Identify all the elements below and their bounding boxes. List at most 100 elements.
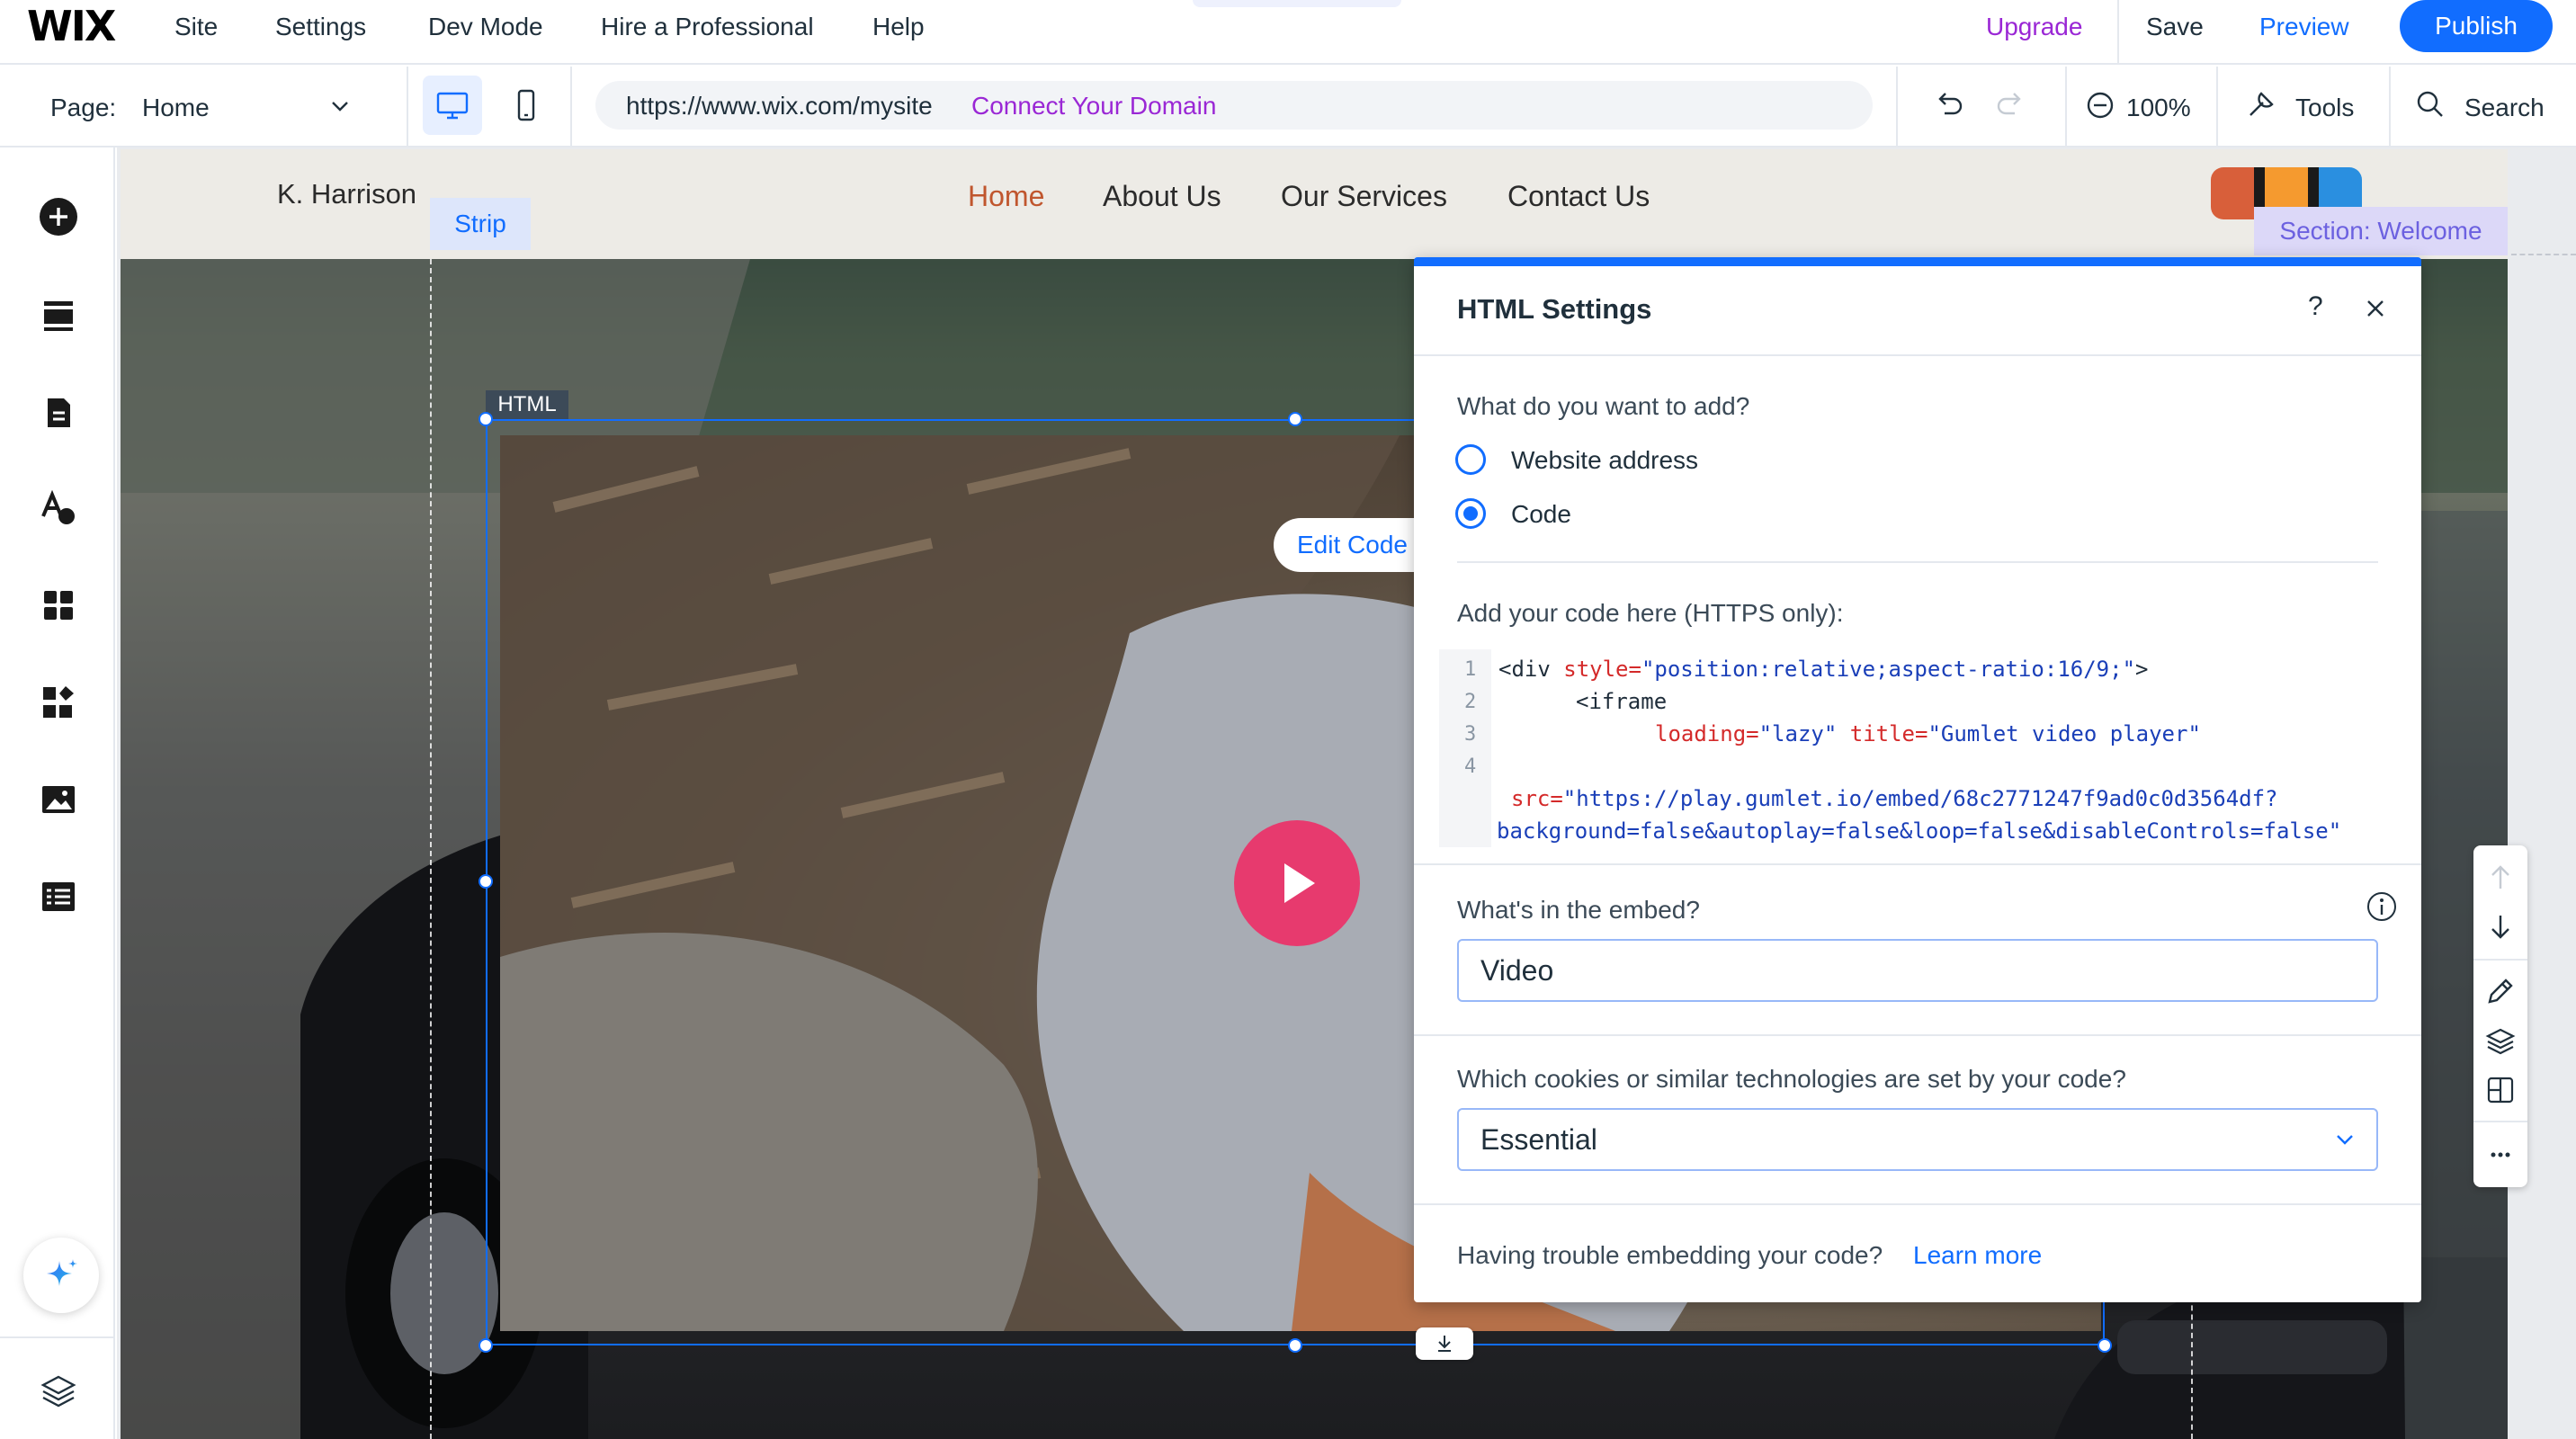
upgrade-link[interactable]: Upgrade (1986, 13, 2082, 41)
code-line-clip: background=false&autoplay=false&loop=fal… (1497, 817, 2378, 845)
line-number: 4 (1464, 755, 1477, 778)
element-toolbar (2473, 845, 2527, 1187)
wix-logo[interactable]: WIX (27, 2, 116, 50)
cookies-label: Which cookies or similar technologies ar… (1457, 1065, 2126, 1093)
connect-domain-link[interactable]: Connect Your Domain (971, 92, 1216, 121)
section-tag[interactable]: Section: Welcome (2254, 207, 2508, 255)
help-text: Having trouble embedding your code? (1457, 1241, 1883, 1269)
add-elements-button[interactable] (34, 192, 83, 241)
resize-handle[interactable] (1288, 1338, 1302, 1353)
more-icon[interactable] (2484, 1139, 2517, 1171)
sparkle-icon (47, 1259, 77, 1286)
code-line[interactable]: <iframe (1576, 689, 1667, 714)
divider (2389, 67, 2391, 147)
add-icon (40, 198, 77, 236)
zoom-level[interactable]: 100% (2126, 94, 2191, 122)
chevron-down-icon[interactable] (327, 94, 353, 119)
business-apps-icon (43, 686, 74, 718)
design-button[interactable] (34, 484, 83, 532)
pencil-icon[interactable] (2484, 975, 2517, 1007)
menu-settings[interactable]: Settings (275, 13, 366, 41)
sections-button[interactable] (34, 291, 83, 340)
code-token: style= (1563, 657, 1641, 682)
menu-hire-a-professional[interactable]: Hire a Professional (601, 13, 814, 41)
code-line[interactable]: background=false&autoplay=false&loop=fal… (1497, 818, 2341, 844)
search-button[interactable]: Search (2464, 94, 2545, 122)
divider (2216, 67, 2218, 147)
desktop-view-button[interactable] (423, 76, 482, 135)
resize-handle[interactable] (479, 874, 493, 889)
search-icon (2417, 91, 2443, 117)
website-address-label[interactable]: Website address (1511, 446, 1698, 475)
resize-handle[interactable] (1288, 412, 1302, 426)
code-token: <iframe (1576, 689, 1668, 714)
code-token: title= (1849, 721, 1928, 746)
social-icon[interactable] (2211, 167, 2254, 219)
divider (1414, 863, 2421, 865)
website-address-radio[interactable] (1455, 444, 1486, 475)
embed-type-input[interactable]: Video (1457, 939, 2378, 1002)
arrow-up-icon[interactable] (2484, 862, 2517, 894)
code-token: > (2135, 657, 2149, 682)
stretch-button[interactable] (1416, 1327, 1473, 1360)
site-nav-about-us[interactable]: About Us (1103, 180, 1221, 213)
cms-button[interactable] (34, 872, 83, 921)
edit-code-button[interactable]: Edit Code (1274, 518, 1427, 572)
pages-icon (48, 398, 70, 427)
site-nav-contact-us[interactable]: Contact Us (1507, 180, 1650, 213)
tools-icon (2250, 92, 2274, 116)
mobile-view-button[interactable] (496, 76, 556, 135)
apps-button[interactable] (34, 581, 83, 630)
layers-button[interactable] (34, 1367, 83, 1416)
publish-button[interactable]: Publish (2400, 0, 2553, 52)
strip-tag[interactable]: Strip (430, 198, 531, 250)
preview-button[interactable]: Preview (2259, 13, 2349, 41)
site-name[interactable]: K. Harrison (277, 178, 416, 210)
divider (2473, 959, 2527, 961)
code-line[interactable]: src="https://play.gumlet.io/embed/68c277… (1511, 786, 2278, 811)
pages-button[interactable] (34, 389, 83, 437)
help-button[interactable]: ? (2308, 291, 2323, 322)
html-element-tag[interactable]: HTML (486, 390, 568, 419)
menu-help[interactable]: Help (872, 13, 925, 41)
code-label[interactable]: Code (1511, 500, 1571, 529)
resize-handle[interactable] (479, 412, 493, 426)
design-icon (41, 489, 75, 524)
divider (407, 67, 408, 147)
chevron-down-icon[interactable] (2331, 1126, 2358, 1153)
save-button[interactable]: Save (2146, 13, 2204, 41)
layers-icon (40, 1375, 76, 1408)
layout-icon[interactable] (2484, 1074, 2517, 1106)
menu-site[interactable]: Site (174, 13, 218, 41)
arrow-down-icon[interactable] (2484, 910, 2517, 943)
apps-icon (44, 591, 73, 620)
media-button[interactable] (34, 775, 83, 824)
ai-assistant-button[interactable] (23, 1238, 99, 1313)
menu-dev-mode[interactable]: Dev Mode (428, 13, 543, 41)
page-dropdown[interactable]: Home (142, 94, 210, 122)
divider (1414, 1203, 2421, 1205)
divider (570, 67, 572, 147)
line-number: 2 (1464, 691, 1477, 713)
divider (2065, 67, 2067, 147)
resize-handle[interactable] (2097, 1338, 2112, 1353)
business-apps-button[interactable] (34, 678, 83, 727)
layers-icon[interactable] (2484, 1025, 2517, 1058)
resize-handle[interactable] (479, 1338, 493, 1353)
play-button[interactable] (1234, 820, 1360, 946)
radio-selected-dot (1463, 506, 1478, 521)
info-icon[interactable] (2366, 890, 2398, 923)
cookies-dropdown[interactable]: Essential (1457, 1108, 2378, 1171)
close-icon[interactable] (2362, 295, 2389, 322)
zoom-out-icon[interactable] (2085, 90, 2115, 121)
divider (1414, 1034, 2421, 1036)
tools-button[interactable]: Tools (2295, 94, 2354, 122)
learn-more-link[interactable]: Learn more (1913, 1241, 2042, 1270)
redo-icon[interactable] (1993, 86, 2029, 122)
site-nav-home[interactable]: Home (968, 180, 1044, 213)
site-nav-our-services[interactable]: Our Services (1281, 180, 1447, 213)
mobile-icon (517, 89, 535, 121)
code-line[interactable]: <div style="position:relative;aspect-rat… (1498, 657, 2148, 682)
code-line[interactable]: loading="lazy" title="Gumlet video playe… (1655, 721, 2201, 746)
undo-icon[interactable] (1930, 86, 1966, 122)
